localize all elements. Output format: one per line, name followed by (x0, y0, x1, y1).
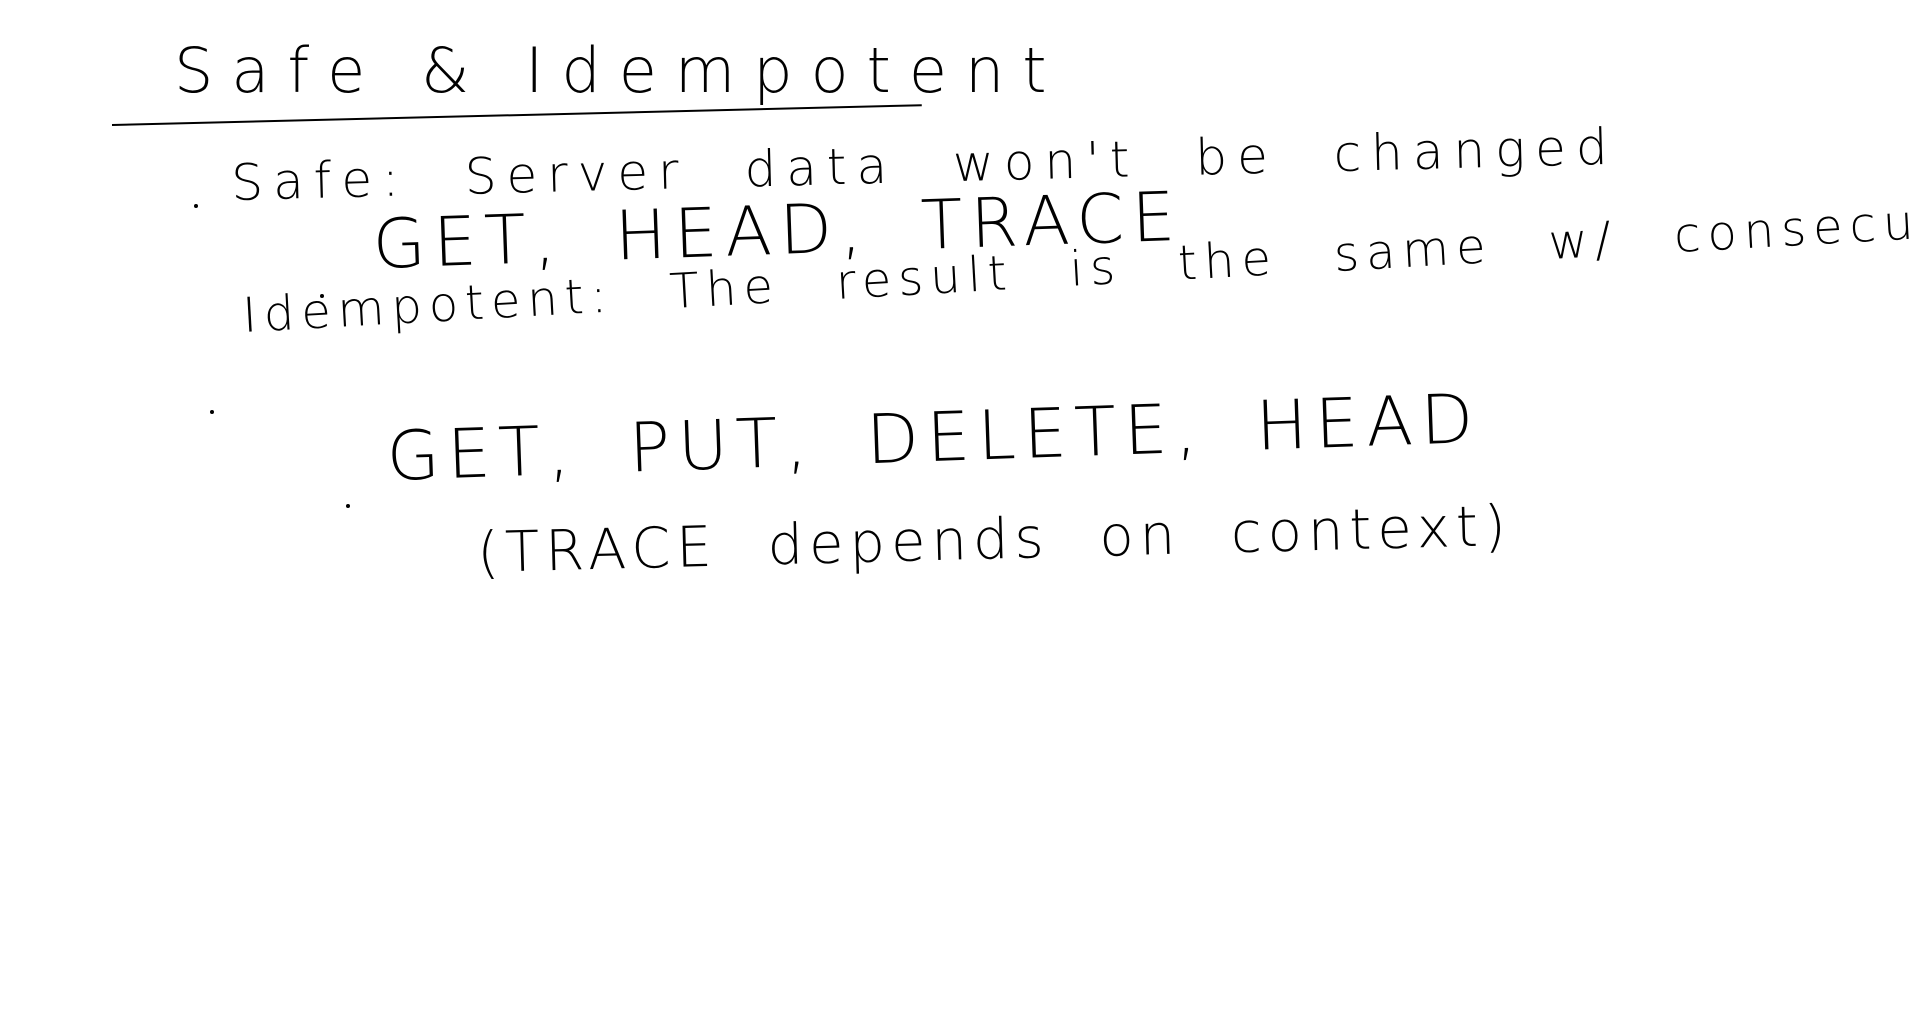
bullet-dot (346, 504, 350, 508)
whiteboard-canvas[interactable]: Safe & Idempotent Safe: Server data won'… (0, 0, 1920, 1017)
title-underline (111, 104, 922, 126)
idempotent-aside: (TRACE depends on context) (476, 493, 1513, 586)
idempotent-methods: GET, PUT, DELETE, HEAD (385, 379, 1483, 497)
bullet-dot (194, 204, 198, 208)
note-title: Safe & Idempotent (174, 34, 1065, 107)
bullet-dot (210, 410, 214, 414)
